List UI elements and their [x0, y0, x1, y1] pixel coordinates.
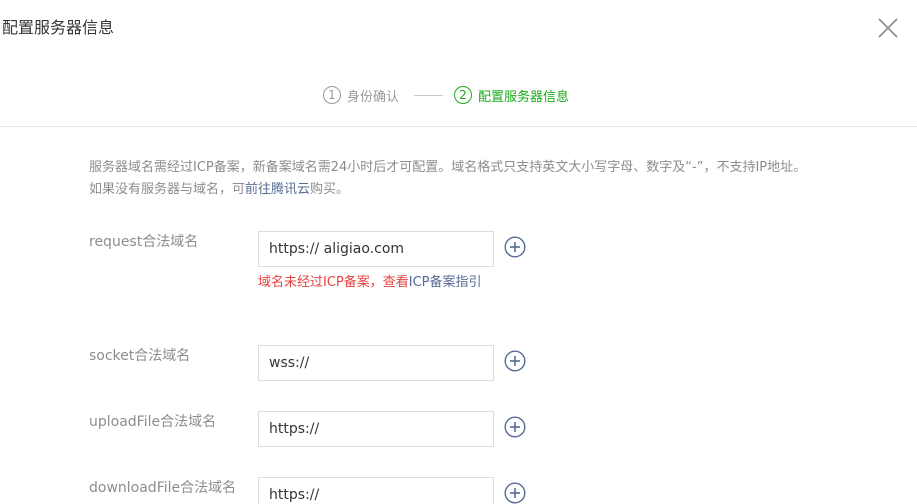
step-number: 2 [454, 86, 472, 104]
notice-text: 服务器域名需经过ICP备案，新备案域名需24小时后才可配置。域名格式只支持英文大… [89, 157, 809, 201]
notice-body: 服务器域名需经过ICP备案，新备案域名需24小时后才可配置。域名格式只支持英文大… [89, 160, 807, 197]
step-label: 身份确认 [347, 89, 400, 105]
add-request-domain-button[interactable] [504, 236, 526, 258]
step-identity-confirm: 1 身份确认 [323, 84, 399, 106]
step-configure-server: 2 配置服务器信息 [454, 84, 569, 106]
step-label: 配置服务器信息 [478, 89, 570, 105]
dialog-title: 配置服务器信息 [2, 18, 115, 37]
socket-domain-label: socket合法域名 [89, 348, 191, 364]
close-button[interactable] [876, 16, 900, 40]
tencent-cloud-link[interactable]: 前往腾讯云 [245, 182, 310, 197]
icp-guide-link[interactable]: ICP备案指引 [409, 275, 482, 290]
socket-domain-input[interactable] [258, 345, 494, 381]
header-divider [0, 126, 917, 127]
downloadfile-domain-label: downloadFile合法域名 [89, 480, 237, 496]
add-socket-domain-button[interactable] [504, 350, 526, 372]
close-icon [878, 18, 898, 38]
notice-tail: 购买。 [310, 182, 350, 197]
add-uploadfile-domain-button[interactable] [504, 416, 526, 438]
request-domain-label: request合法域名 [89, 234, 199, 250]
uploadfile-domain-label: uploadFile合法域名 [89, 414, 217, 430]
add-downloadfile-domain-button[interactable] [504, 482, 526, 504]
uploadfile-domain-input[interactable] [258, 411, 494, 447]
plus-circle-icon [504, 416, 526, 438]
plus-circle-icon [504, 350, 526, 372]
icp-error-message: 域名未经过ICP备案，查看ICP备案指引 [258, 272, 498, 293]
plus-circle-icon [504, 236, 526, 258]
step-connector [414, 95, 443, 96]
plus-circle-icon [504, 482, 526, 504]
config-server-dialog: 配置服务器信息 1 身份确认 2 配置服务器信息 服务器域名需经过ICP备案，新… [0, 0, 917, 504]
step-indicator: 1 身份确认 2 配置服务器信息 [0, 84, 917, 106]
step-number: 1 [323, 86, 341, 104]
request-domain-input[interactable] [258, 231, 494, 267]
downloadfile-domain-input[interactable] [258, 477, 494, 504]
error-text: 域名未经过ICP备案，查看 [258, 275, 409, 290]
